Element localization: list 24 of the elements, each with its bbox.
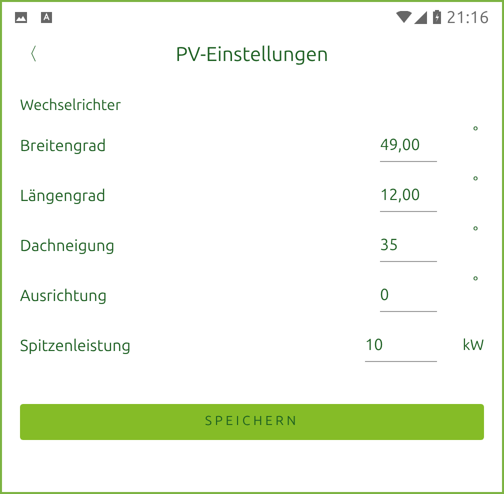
image-icon — [15, 12, 27, 22]
back-button[interactable]: 〈 — [20, 45, 38, 63]
input-field[interactable]: 0 — [380, 278, 437, 312]
signal-icon — [414, 10, 428, 24]
field-label: Längengrad — [20, 186, 107, 207]
page-title: PV-Einstellungen — [176, 41, 328, 67]
wifi-icon — [396, 11, 412, 23]
field-label: Spitzenleistung — [20, 336, 132, 357]
section-heading: Wechselrichter — [20, 95, 122, 114]
field-label: Dachneigung — [20, 236, 116, 257]
unit-label: kW — [462, 334, 484, 354]
unit-label: ° — [472, 123, 479, 143]
input-field[interactable]: 49,00 — [380, 128, 437, 162]
notification-icon — [41, 12, 52, 22]
battery-icon — [433, 10, 442, 24]
unit-label: ° — [472, 273, 479, 293]
unit-label: ° — [472, 173, 479, 193]
input-field[interactable]: 35 — [380, 228, 437, 262]
clock-time: 21:16 — [446, 8, 489, 26]
field-label: Ausrichtung — [20, 286, 108, 307]
input-field[interactable]: 10 — [365, 328, 437, 362]
input-field[interactable]: 12,00 — [380, 178, 437, 212]
unit-label: ° — [472, 223, 479, 243]
field-label: Breitengrad — [20, 136, 107, 157]
